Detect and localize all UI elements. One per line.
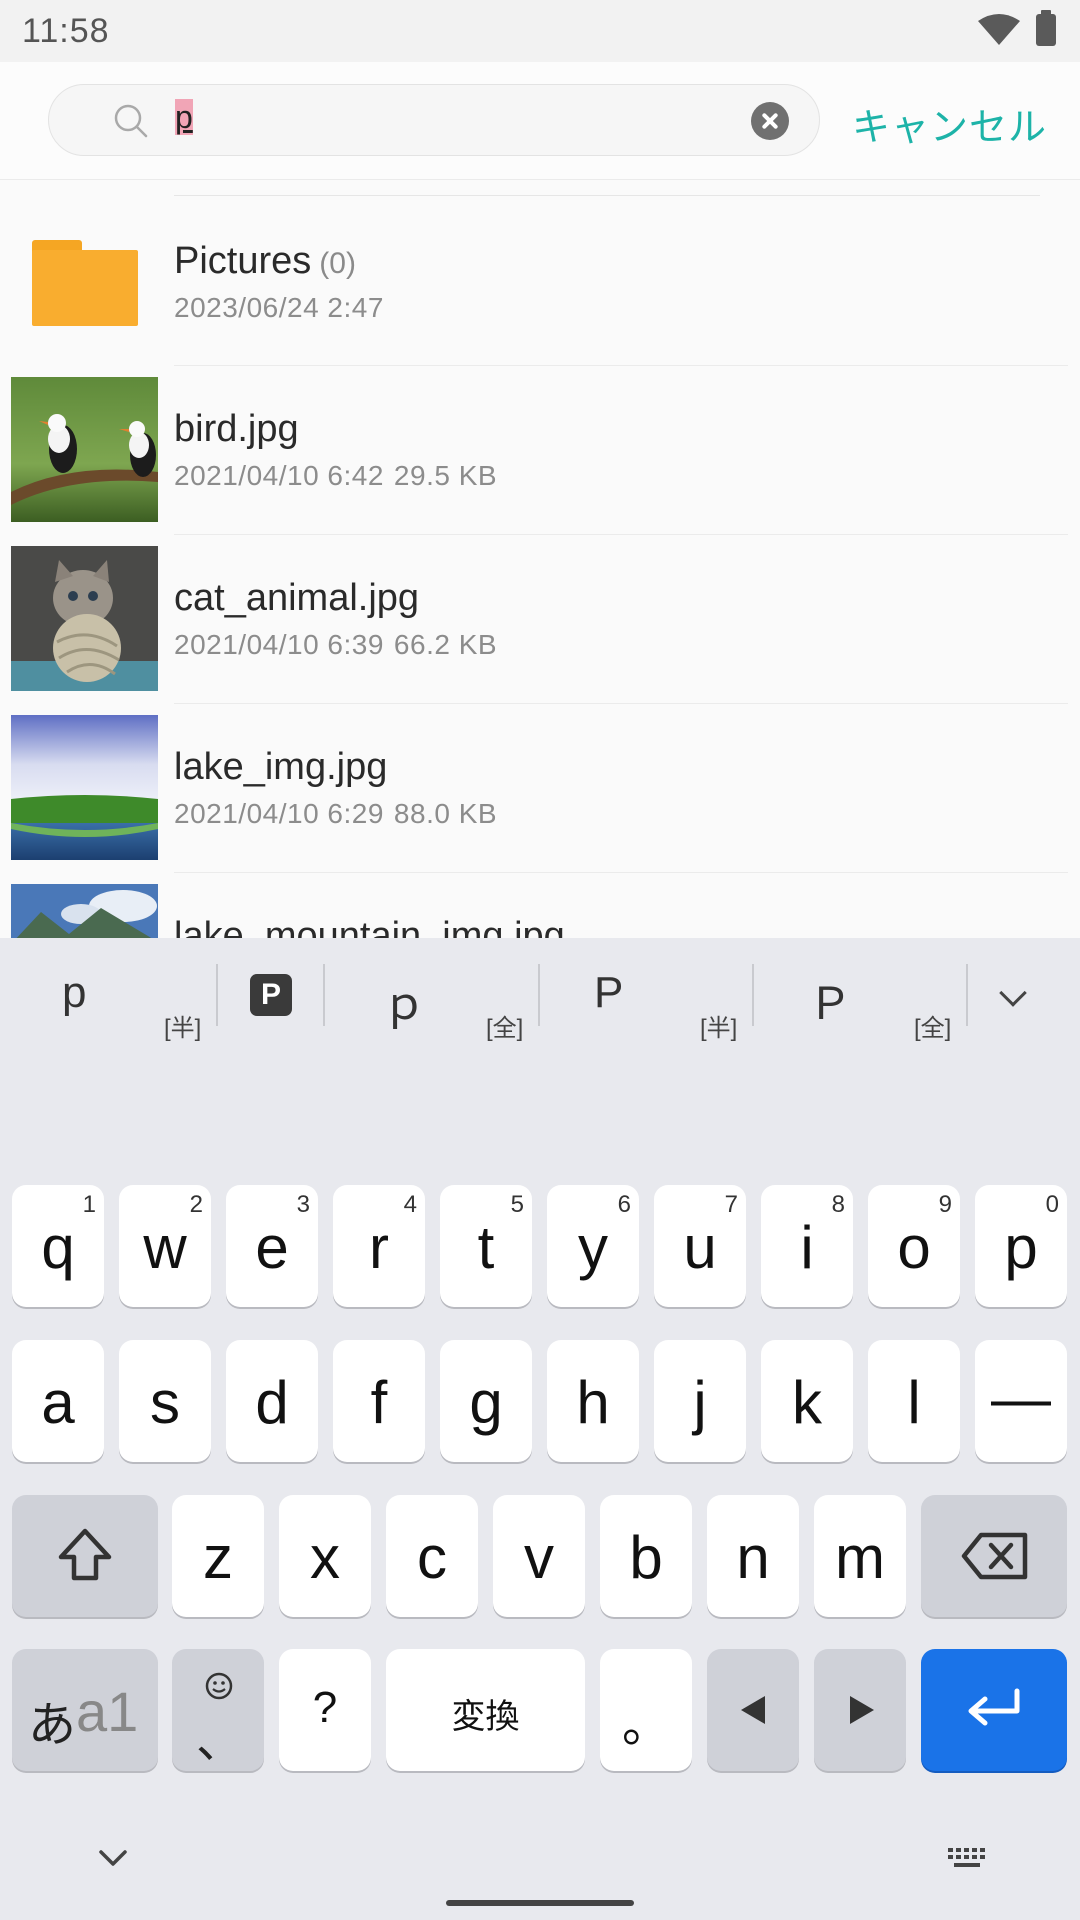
cursor-left-key[interactable]: [707, 1649, 799, 1771]
key-t[interactable]: t5: [440, 1185, 532, 1307]
battery-icon: [1036, 10, 1056, 46]
key-q[interactable]: q1: [12, 1185, 104, 1307]
lake-thumbnail: [11, 715, 158, 860]
question-key[interactable]: ?: [279, 1649, 371, 1771]
suggestion-divider: [752, 964, 754, 1026]
file-name: Pictures (0): [174, 240, 356, 282]
key-w[interactable]: w2: [119, 1185, 211, 1307]
key-h[interactable]: h: [547, 1340, 639, 1462]
shift-key[interactable]: [12, 1495, 158, 1617]
soft-keyboard: p [半] P ｐ [全] P [半] Ｐ [全] q1 w2 e3 r4 t5…: [0, 938, 1080, 1920]
suggestion-tag: [半]: [164, 1015, 202, 1042]
key-d[interactable]: d: [226, 1340, 318, 1462]
key-u[interactable]: u7: [654, 1185, 746, 1307]
search-query-text: p: [175, 99, 193, 135]
suggestion-4[interactable]: Ｐ: [808, 968, 852, 1032]
key-e[interactable]: e3: [226, 1185, 318, 1307]
comma-label: 、: [196, 1715, 245, 1768]
key-b[interactable]: b: [600, 1495, 692, 1617]
bird-thumbnail: [11, 377, 158, 522]
hide-keyboard-icon[interactable]: [98, 1848, 128, 1868]
suggestion-divider: [323, 964, 325, 1026]
suggestion-tag: [半]: [700, 1015, 738, 1042]
suggestion-divider: [966, 964, 968, 1026]
enter-icon: [968, 1688, 1020, 1726]
cancel-button[interactable]: キャンセル: [852, 96, 1047, 151]
key-l[interactable]: l: [868, 1340, 960, 1462]
suggestion-divider: [216, 964, 218, 1026]
folder-icon: [32, 240, 138, 326]
key-y[interactable]: y6: [547, 1185, 639, 1307]
cursor-right-key[interactable]: [814, 1649, 906, 1771]
list-item-cat[interactable]: cat_animal.jpg 2021/04/10 6:39 66.2 KB: [0, 535, 1080, 704]
key-k[interactable]: k: [761, 1340, 853, 1462]
clear-icon[interactable]: [751, 102, 789, 140]
gesture-nav-handle[interactable]: [446, 1900, 634, 1906]
file-meta: 2021/04/10 6:42 29.5 KB: [174, 460, 498, 491]
key-g[interactable]: g: [440, 1340, 532, 1462]
list-item-lake-mountain[interactable]: lake_mountain_img.jpg: [0, 873, 1080, 938]
status-bar: 11:58: [0, 0, 1080, 62]
file-name: bird.jpg: [174, 408, 299, 450]
search-results-list: Pictures (0) 2023/06/24 2:47 bird.jpg 202…: [0, 180, 1080, 938]
key-i[interactable]: i8: [761, 1185, 853, 1307]
arrow-right-icon: [850, 1696, 874, 1724]
suggestion-tag: [全]: [914, 1015, 952, 1042]
suggestion-2[interactable]: ｐ: [382, 968, 426, 1032]
key-p[interactable]: p0: [975, 1185, 1067, 1307]
backspace-key[interactable]: [921, 1495, 1067, 1617]
mountain-thumbnail: [11, 884, 158, 938]
suggestion-3[interactable]: P: [594, 968, 623, 1018]
file-meta: 2021/04/10 6:39 66.2 KB: [174, 629, 498, 660]
key-r[interactable]: r4: [333, 1185, 425, 1307]
key-a[interactable]: a: [12, 1340, 104, 1462]
key-long-dash[interactable]: —: [975, 1340, 1067, 1462]
suggestion-1[interactable]: P: [250, 974, 292, 1016]
file-name: cat_animal.jpg: [174, 577, 420, 619]
smiley-icon: [205, 1672, 233, 1700]
key-m[interactable]: m: [814, 1495, 906, 1617]
keyboard-switch-icon[interactable]: [946, 1846, 988, 1870]
key-j[interactable]: j: [654, 1340, 746, 1462]
list-item-pictures[interactable]: Pictures (0) 2023/06/24 2:47: [0, 180, 1080, 366]
search-icon: [114, 104, 148, 138]
chevron-down-icon[interactable]: [999, 979, 1027, 1007]
suggestion-divider: [538, 964, 540, 1026]
list-item-bird[interactable]: bird.jpg 2021/04/10 6:42 29.5 KB: [0, 366, 1080, 535]
key-z[interactable]: z: [172, 1495, 264, 1617]
key-x[interactable]: x: [279, 1495, 371, 1617]
search-box[interactable]: p: [48, 84, 820, 156]
cat-thumbnail: [11, 546, 158, 691]
key-c[interactable]: c: [386, 1495, 478, 1617]
wifi-icon: [978, 14, 1020, 45]
key-f[interactable]: f: [333, 1340, 425, 1462]
search-input[interactable]: p: [175, 99, 675, 143]
key-v[interactable]: v: [493, 1495, 585, 1617]
suggestion-bar: p [半] P ｐ [全] P [半] Ｐ [全]: [0, 938, 1080, 1058]
key-n[interactable]: n: [707, 1495, 799, 1617]
convert-key[interactable]: 変換: [386, 1649, 585, 1771]
file-name: lake_img.jpg: [174, 746, 388, 788]
key-s[interactable]: s: [119, 1340, 211, 1462]
arrow-left-icon: [741, 1696, 765, 1724]
file-meta: 2021/04/10 6:29 88.0 KB: [174, 798, 498, 829]
suggestion-tag: [全]: [486, 1015, 524, 1042]
key-o[interactable]: o9: [868, 1185, 960, 1307]
file-name: lake_mountain_img.jpg: [174, 915, 565, 938]
emoji-comma-key[interactable]: 、: [172, 1649, 264, 1771]
shift-icon: [58, 1528, 112, 1581]
file-date: 2023/06/24 2:47: [174, 292, 384, 323]
input-mode-key[interactable]: あ a1: [12, 1649, 158, 1771]
mode-hiragana: あ: [28, 1699, 77, 1752]
search-header: p キャンセル: [0, 62, 1080, 180]
suggestion-0[interactable]: p: [62, 968, 86, 1018]
list-item-lake[interactable]: lake_img.jpg 2021/04/10 6:29 88.0 KB: [0, 704, 1080, 873]
enter-key[interactable]: [921, 1649, 1067, 1771]
backspace-icon: [961, 1532, 1028, 1580]
mode-alphanumeric: a1: [76, 1680, 139, 1743]
item-count: (0): [319, 247, 356, 280]
period-key[interactable]: 。: [600, 1649, 692, 1771]
status-time: 11:58: [22, 12, 110, 50]
